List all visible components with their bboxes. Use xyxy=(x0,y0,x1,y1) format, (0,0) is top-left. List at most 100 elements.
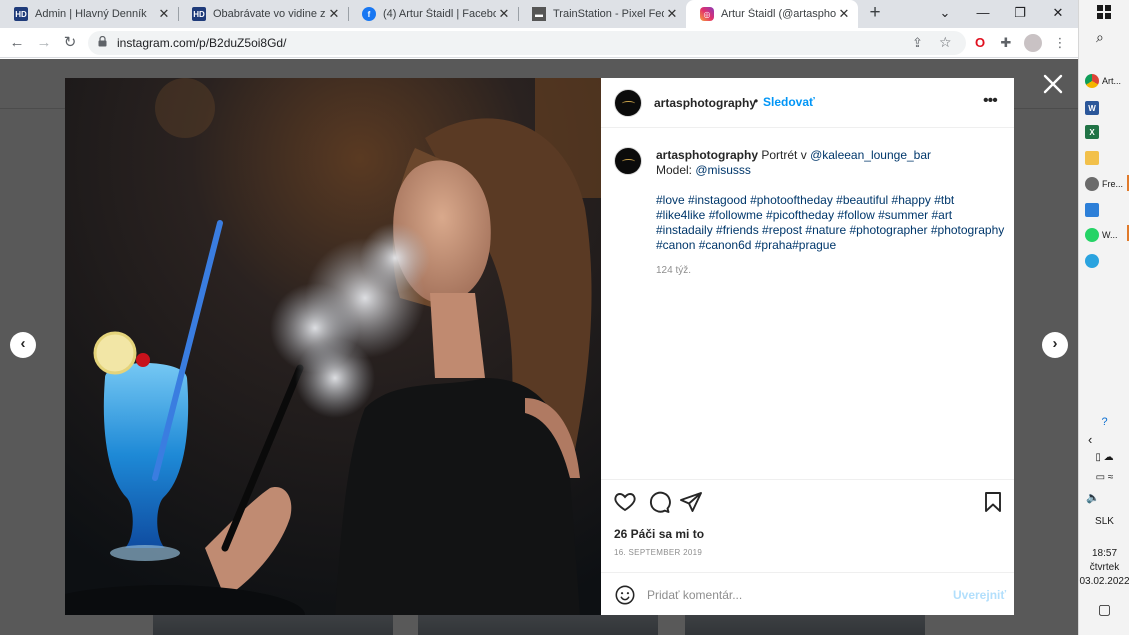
close-tab-icon[interactable]: ✕ xyxy=(496,6,512,22)
tab-strip: HD Admin | Hlavný Denník ✕ HD Obabrávate… xyxy=(0,0,1078,28)
photos-icon xyxy=(1085,203,1099,217)
search-icon[interactable]: ⌕ xyxy=(1096,29,1104,46)
tab-trainstation[interactable]: ▬ TrainStation - Pixel Federation ✕ xyxy=(518,0,686,28)
windows-taskbar: ⌕ Art... W X Fre... W... ? ‹ ▯ ☁ ▭ ≈ 🔈 S… xyxy=(1078,0,1129,635)
browser-toolbar: ← → ↻ instagram.com/p/B2duZ5oi8Gd/ ⇪ ☆ O… xyxy=(0,28,1078,58)
author-username[interactable]: artasphotography xyxy=(654,96,756,110)
close-tab-icon[interactable]: ✕ xyxy=(326,6,342,22)
facebook-favicon: f xyxy=(362,7,376,21)
tab-title: TrainStation - Pixel Federation xyxy=(553,8,664,20)
caption-text: Portrét v xyxy=(761,148,807,162)
save-bookmark-icon[interactable] xyxy=(981,490,1005,514)
help-icon[interactable]: ? xyxy=(1079,416,1129,428)
comment-bubble-icon[interactable] xyxy=(647,490,671,514)
tab-instagram[interactable]: ◎ Artur Štaidl (@artasphotography) ✕ xyxy=(686,0,858,28)
hd-favicon: HD xyxy=(192,7,206,21)
notifications-icon[interactable]: ▢ xyxy=(1079,601,1129,618)
tab-facebook[interactable]: f (4) Artur Štaidl | Facebook ✕ xyxy=(348,0,518,28)
tab-title: Admin | Hlavný Denník xyxy=(35,8,147,20)
instagram-favicon: ◎ xyxy=(700,7,714,21)
freecell-icon xyxy=(1085,177,1099,191)
follow-button[interactable]: Sledovať xyxy=(763,95,815,109)
maximize-button[interactable]: ❐ xyxy=(1003,0,1037,28)
clock-time[interactable]: 18:57 xyxy=(1079,548,1129,559)
taskbar-app-excel[interactable]: X xyxy=(1085,122,1125,142)
tab-admin[interactable]: HD Admin | Hlavný Denník ✕ xyxy=(0,0,178,28)
caption-username[interactable]: artasphotography xyxy=(656,148,758,162)
opera-extension-icon[interactable]: O xyxy=(971,34,989,52)
train-favicon: ▬ xyxy=(532,7,546,21)
new-tab-button[interactable]: + xyxy=(865,3,885,23)
profile-avatar[interactable] xyxy=(1024,34,1042,52)
share-icon[interactable]: ⇪ xyxy=(912,35,923,51)
tab-search-chevron-icon[interactable]: ⌄ xyxy=(928,0,962,28)
taskbar-app-explorer[interactable] xyxy=(1085,148,1125,168)
post-date: 16. SEPTEMBER 2019 xyxy=(614,548,703,557)
excel-icon: X xyxy=(1085,125,1099,139)
clock-day[interactable]: čtvrtek xyxy=(1079,562,1129,573)
taskbar-app-photos[interactable] xyxy=(1085,200,1125,220)
windows-start-icon[interactable] xyxy=(1097,5,1111,19)
browser-window: HD Admin | Hlavný Denník ✕ HD Obabrávate… xyxy=(0,0,1078,635)
whatsapp-icon xyxy=(1085,228,1099,242)
chrome-icon xyxy=(1085,74,1099,88)
extensions-puzzle-icon[interactable]: ✚ xyxy=(997,34,1015,52)
post-actions: 26 Páči sa mi to 16. SEPTEMBER 2019 Prid… xyxy=(601,479,1014,615)
forward-icon[interactable]: → xyxy=(33,32,55,54)
minimize-button[interactable]: — xyxy=(966,0,1000,28)
post-photo-image xyxy=(65,78,601,615)
input-language[interactable]: SLK xyxy=(1079,516,1129,527)
url-text[interactable]: instagram.com/p/B2duZ5oi8Gd/ xyxy=(117,36,286,50)
back-icon[interactable]: ← xyxy=(6,32,28,54)
author-avatar[interactable] xyxy=(614,89,642,117)
hashtags[interactable]: #love #instagood #photooftheday #beautif… xyxy=(656,193,1004,252)
separator-dot: • xyxy=(754,94,759,108)
like-heart-icon[interactable] xyxy=(613,490,637,514)
menu-kebab-icon[interactable]: ⋮ xyxy=(1051,34,1069,52)
address-bar[interactable]: instagram.com/p/B2duZ5oi8Gd/ ⇪ ☆ xyxy=(88,31,966,55)
taskbar-app-whatsapp[interactable]: W... xyxy=(1085,225,1125,245)
caption-avatar[interactable] xyxy=(614,147,642,175)
bookmark-star-icon[interactable]: ☆ xyxy=(939,34,952,51)
likes-count[interactable]: 26 Páči sa mi to xyxy=(614,527,704,541)
caption-mention-link[interactable]: @kaleean_lounge_bar xyxy=(810,148,931,162)
tray-device-cloud-icons[interactable]: ▯ ☁ xyxy=(1079,452,1129,463)
clock-date[interactable]: 03.02.2022 xyxy=(1079,576,1129,587)
word-icon: W xyxy=(1085,101,1099,115)
emoji-smiley-icon[interactable] xyxy=(614,584,636,606)
tray-expand-icon[interactable]: ‹ xyxy=(1079,432,1129,447)
taskbar-app-telegram[interactable] xyxy=(1085,251,1125,271)
post-header: artasphotography • Sledovať ••• xyxy=(601,78,1014,128)
telegram-icon xyxy=(1085,254,1099,268)
close-tab-icon[interactable]: ✕ xyxy=(664,6,680,22)
taskbar-app-label: W... xyxy=(1102,230,1118,240)
instagram-page: ‹ › artasphotography • Sledovať ••• arta… xyxy=(0,59,1078,635)
hd-favicon: HD xyxy=(14,7,28,21)
tray-battery-wifi-icons[interactable]: ▭ ≈ xyxy=(1079,472,1129,483)
close-tab-icon[interactable]: ✕ xyxy=(836,6,852,22)
comment-bar: Pridať komentár... Uverejniť xyxy=(601,572,1014,616)
more-options-icon[interactable]: ••• xyxy=(983,92,998,110)
taskbar-app-label: Fre... xyxy=(1102,179,1124,189)
model-label: Model: xyxy=(656,163,693,177)
caption-timestamp: 124 týž. xyxy=(656,265,692,276)
post-caption: artasphotography Portrét v @kaleean_loun… xyxy=(656,148,1006,253)
close-window-button[interactable]: ✕ xyxy=(1041,0,1075,28)
next-post-button[interactable]: › xyxy=(1042,332,1068,358)
model-mention-link[interactable]: @misusss xyxy=(695,163,751,177)
taskbar-app-word[interactable]: W xyxy=(1085,98,1125,118)
tab-obabravate[interactable]: HD Obabrávate vo vidine zisku ✕ xyxy=(178,0,348,28)
post-comment-button[interactable]: Uverejniť xyxy=(953,588,1006,602)
tab-title: (4) Artur Štaidl | Facebook xyxy=(383,8,496,20)
volume-icon[interactable]: 🔈 xyxy=(1079,491,1129,504)
taskbar-app-chrome[interactable]: Art... xyxy=(1085,71,1125,91)
taskbar-app-label: Art... xyxy=(1102,76,1122,86)
post-photo[interactable] xyxy=(65,78,601,615)
previous-post-button[interactable]: ‹ xyxy=(10,332,36,358)
close-modal-icon[interactable] xyxy=(1040,71,1066,97)
close-tab-icon[interactable]: ✕ xyxy=(156,6,172,22)
comment-input[interactable]: Pridať komentár... xyxy=(647,588,742,602)
reload-icon[interactable]: ↻ xyxy=(59,32,81,54)
taskbar-app-freecell[interactable]: Fre... xyxy=(1085,174,1125,194)
share-send-icon[interactable] xyxy=(679,490,703,514)
